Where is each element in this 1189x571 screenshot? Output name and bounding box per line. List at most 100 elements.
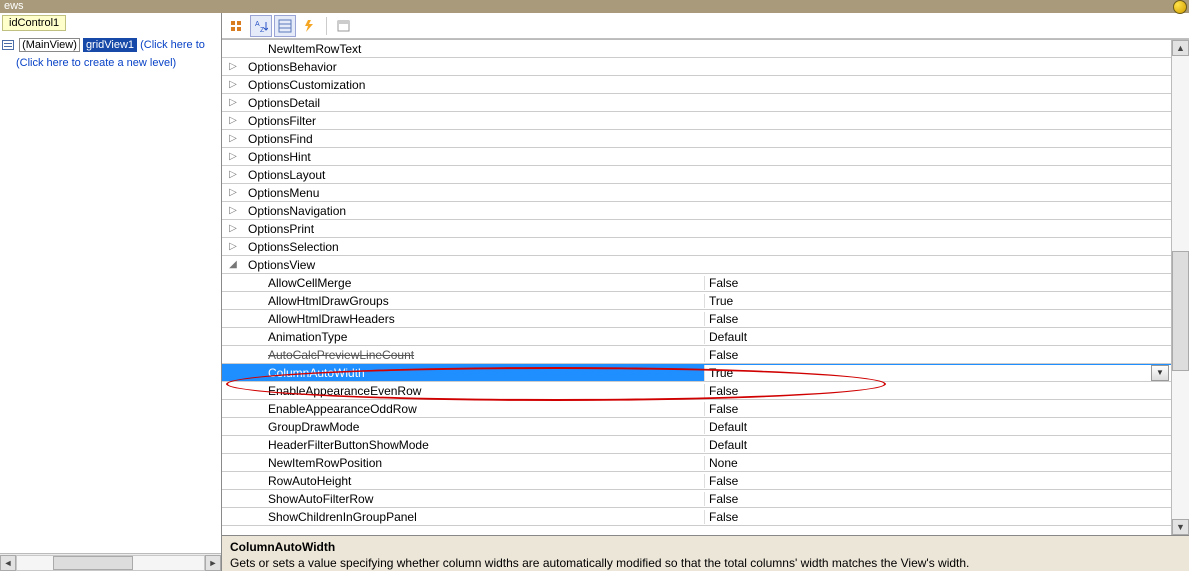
property-value[interactable]: None bbox=[704, 456, 1171, 470]
property-name[interactable]: NewItemRowText bbox=[244, 42, 704, 56]
property-row[interactable]: AllowHtmlDrawHeadersFalse bbox=[222, 310, 1171, 328]
horiz-scrollbar[interactable]: ◄ ► bbox=[0, 553, 221, 571]
property-name[interactable]: AllowHtmlDrawHeaders bbox=[244, 312, 704, 326]
expand-icon[interactable]: ▷ bbox=[222, 241, 244, 252]
expand-icon[interactable]: ▷ bbox=[222, 61, 244, 72]
property-name[interactable]: OptionsBehavior bbox=[244, 60, 704, 74]
scroll-track[interactable] bbox=[16, 555, 205, 571]
property-row[interactable]: ShowChildrenInGroupPanelFalse bbox=[222, 508, 1171, 526]
property-name[interactable]: GroupDrawMode bbox=[244, 420, 704, 434]
property-name[interactable]: OptionsView bbox=[244, 258, 704, 272]
property-value[interactable]: False bbox=[704, 384, 1171, 398]
property-name[interactable]: HeaderFilterButtonShowMode bbox=[244, 438, 704, 452]
property-name[interactable]: AutoCalcPreviewLineCount bbox=[244, 348, 704, 362]
property-row[interactable]: ▷OptionsSelection bbox=[222, 238, 1171, 256]
property-value[interactable]: Default bbox=[704, 438, 1171, 452]
property-name[interactable]: OptionsNavigation bbox=[244, 204, 704, 218]
property-value[interactable]: False bbox=[704, 348, 1171, 362]
property-row[interactable]: ColumnAutoWidthTrue▼ bbox=[222, 364, 1171, 382]
vert-thumb[interactable] bbox=[1172, 251, 1189, 371]
properties-button[interactable] bbox=[274, 15, 296, 37]
property-name[interactable]: OptionsPrint bbox=[244, 222, 704, 236]
expand-icon[interactable]: ▷ bbox=[222, 97, 244, 108]
property-row[interactable]: ShowAutoFilterRowFalse bbox=[222, 490, 1171, 508]
property-name[interactable]: NewItemRowPosition bbox=[244, 456, 704, 470]
property-name[interactable]: ShowChildrenInGroupPanel bbox=[244, 510, 704, 524]
mainview-label[interactable]: (MainView) bbox=[19, 38, 80, 52]
expand-icon[interactable]: ▷ bbox=[222, 223, 244, 234]
property-row[interactable]: RowAutoHeightFalse bbox=[222, 472, 1171, 490]
events-button[interactable] bbox=[298, 15, 320, 37]
scroll-up-button[interactable]: ▲ bbox=[1172, 40, 1189, 56]
property-row[interactable]: AutoCalcPreviewLineCountFalse bbox=[222, 346, 1171, 364]
property-name[interactable]: OptionsCustomization bbox=[244, 78, 704, 92]
expand-icon[interactable]: ▷ bbox=[222, 187, 244, 198]
property-value[interactable]: True bbox=[704, 294, 1171, 308]
property-row[interactable]: ▷OptionsHint bbox=[222, 148, 1171, 166]
property-value[interactable]: False bbox=[704, 276, 1171, 290]
vert-scrollbar[interactable]: ▲ ▼ bbox=[1171, 40, 1189, 535]
property-name[interactable]: RowAutoHeight bbox=[244, 474, 704, 488]
property-name[interactable]: AllowCellMerge bbox=[244, 276, 704, 290]
property-row[interactable]: GroupDrawModeDefault bbox=[222, 418, 1171, 436]
property-row[interactable]: NewItemRowPositionNone bbox=[222, 454, 1171, 472]
expand-icon[interactable]: ◢ bbox=[222, 259, 244, 270]
property-row[interactable]: AllowCellMergeFalse bbox=[222, 274, 1171, 292]
property-name[interactable]: OptionsSelection bbox=[244, 240, 704, 254]
property-row[interactable]: ▷OptionsBehavior bbox=[222, 58, 1171, 76]
property-row[interactable]: ▷OptionsMenu bbox=[222, 184, 1171, 202]
property-name[interactable]: ShowAutoFilterRow bbox=[244, 492, 704, 506]
property-name[interactable]: OptionsFilter bbox=[244, 114, 704, 128]
scroll-thumb[interactable] bbox=[53, 556, 133, 570]
property-value[interactable]: Default bbox=[704, 420, 1171, 434]
property-value[interactable]: True▼ bbox=[704, 365, 1171, 381]
categorized-button[interactable] bbox=[226, 15, 248, 37]
expand-icon[interactable]: ▷ bbox=[222, 133, 244, 144]
property-name[interactable]: OptionsDetail bbox=[244, 96, 704, 110]
scroll-right-button[interactable]: ► bbox=[205, 555, 221, 571]
property-name[interactable]: ColumnAutoWidth bbox=[244, 366, 704, 380]
property-pages-button[interactable] bbox=[333, 15, 355, 37]
property-name[interactable]: AllowHtmlDrawGroups bbox=[244, 294, 704, 308]
property-row[interactable]: ▷OptionsPrint bbox=[222, 220, 1171, 238]
property-row[interactable]: ▷OptionsNavigation bbox=[222, 202, 1171, 220]
property-row[interactable]: ▷OptionsDetail bbox=[222, 94, 1171, 112]
property-name[interactable]: OptionsFind bbox=[244, 132, 704, 146]
create-level-link[interactable]: (Click here to create a new level) bbox=[16, 57, 221, 69]
control-name-box[interactable]: idControl1 bbox=[2, 15, 66, 31]
gridview-selected[interactable]: gridView1 bbox=[83, 38, 137, 52]
scroll-down-button[interactable]: ▼ bbox=[1172, 519, 1189, 535]
property-name[interactable]: OptionsLayout bbox=[244, 168, 704, 182]
property-row[interactable]: ▷OptionsCustomization bbox=[222, 76, 1171, 94]
property-value[interactable]: False bbox=[704, 312, 1171, 326]
expand-icon[interactable]: ▷ bbox=[222, 79, 244, 90]
alphabetical-button[interactable]: AZ bbox=[250, 15, 272, 37]
scroll-left-button[interactable]: ◄ bbox=[0, 555, 16, 571]
property-value[interactable]: False bbox=[704, 510, 1171, 524]
property-name[interactable]: AnimationType bbox=[244, 330, 704, 344]
property-value[interactable]: False bbox=[704, 492, 1171, 506]
expand-icon[interactable]: ▷ bbox=[222, 169, 244, 180]
vert-track[interactable] bbox=[1172, 56, 1189, 519]
property-name[interactable]: EnableAppearanceEvenRow bbox=[244, 384, 704, 398]
expand-icon[interactable]: ▷ bbox=[222, 115, 244, 126]
property-row[interactable]: AllowHtmlDrawGroupsTrue bbox=[222, 292, 1171, 310]
property-grid[interactable]: NewItemRowText▷OptionsBehavior▷OptionsCu… bbox=[222, 40, 1171, 535]
property-name[interactable]: OptionsMenu bbox=[244, 186, 704, 200]
click-here-link[interactable]: (Click here to bbox=[140, 39, 205, 51]
property-value[interactable]: False bbox=[704, 402, 1171, 416]
expand-icon[interactable]: ▷ bbox=[222, 205, 244, 216]
property-value[interactable]: Default bbox=[704, 330, 1171, 344]
expand-icon[interactable]: ▷ bbox=[222, 151, 244, 162]
property-row[interactable]: AnimationTypeDefault bbox=[222, 328, 1171, 346]
property-row[interactable]: ▷OptionsFind bbox=[222, 130, 1171, 148]
property-row[interactable]: HeaderFilterButtonShowModeDefault bbox=[222, 436, 1171, 454]
dropdown-button[interactable]: ▼ bbox=[1151, 365, 1169, 381]
property-row[interactable]: EnableAppearanceEvenRowFalse bbox=[222, 382, 1171, 400]
property-row[interactable]: ▷OptionsFilter bbox=[222, 112, 1171, 130]
property-row[interactable]: EnableAppearanceOddRowFalse bbox=[222, 400, 1171, 418]
property-row[interactable]: ▷OptionsLayout bbox=[222, 166, 1171, 184]
property-name[interactable]: EnableAppearanceOddRow bbox=[244, 402, 704, 416]
property-value[interactable]: False bbox=[704, 474, 1171, 488]
property-row[interactable]: NewItemRowText bbox=[222, 40, 1171, 58]
